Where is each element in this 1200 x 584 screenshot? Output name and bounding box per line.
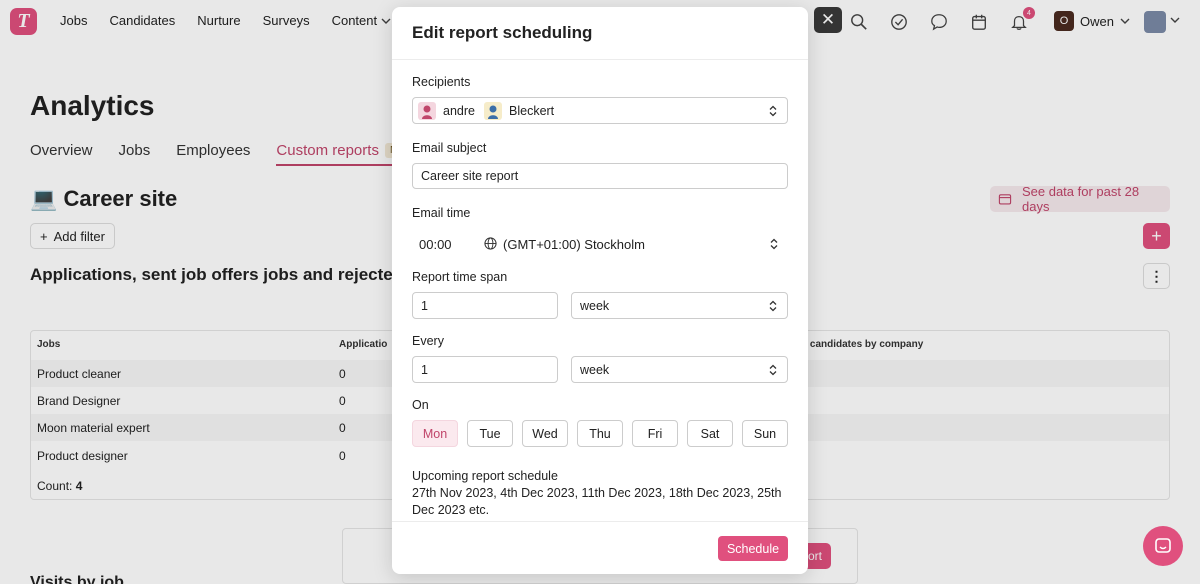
- day-mon-button[interactable]: Mon: [412, 420, 458, 447]
- select-arrows-icon: [769, 105, 777, 116]
- every-input[interactable]: 1: [412, 356, 558, 383]
- select-arrows-icon: [769, 300, 777, 311]
- email-time-value[interactable]: 00:00: [419, 237, 452, 252]
- recipients-label: Recipients: [412, 75, 471, 89]
- every-label: Every: [412, 334, 444, 348]
- email-subject-input[interactable]: Career site report: [412, 163, 788, 189]
- recipient-avatar: [484, 102, 502, 120]
- recipients-select[interactable]: andre Bleckert: [412, 97, 788, 124]
- report-time-span-label: Report time span: [412, 270, 508, 284]
- time-span-input[interactable]: 1: [412, 292, 558, 319]
- email-time-row: 00:00 (GMT+01:00) Stockholm: [412, 231, 788, 257]
- time-span-unit-select[interactable]: week: [571, 292, 788, 319]
- time-span-unit: week: [580, 298, 610, 313]
- every-unit-select[interactable]: week: [571, 356, 788, 383]
- email-subject-value: Career site report: [421, 169, 519, 183]
- modal-footer: Schedule: [392, 521, 808, 574]
- modal-title: Edit report scheduling: [412, 23, 593, 42]
- recipient-avatar: [418, 102, 436, 120]
- every-value: 1: [421, 362, 428, 377]
- email-time-label: Email time: [412, 206, 471, 220]
- recipient-name: Bleckert: [509, 104, 555, 118]
- email-subject-label: Email subject: [412, 141, 487, 155]
- modal-header: Edit report scheduling: [392, 7, 808, 60]
- recipient-name: andre: [443, 104, 475, 118]
- day-tue-button[interactable]: Tue: [467, 420, 513, 447]
- time-span-value: 1: [421, 298, 428, 313]
- timezone-value[interactable]: (GMT+01:00) Stockholm: [503, 237, 645, 252]
- day-thu-button[interactable]: Thu: [577, 420, 623, 447]
- select-arrows-icon: [769, 364, 777, 375]
- chat-icon: [1155, 538, 1171, 553]
- day-sat-button[interactable]: Sat: [687, 420, 733, 447]
- upcoming-schedule-label: Upcoming report schedule: [412, 469, 558, 483]
- day-sun-button[interactable]: Sun: [742, 420, 788, 447]
- upcoming-schedule-dates: 27th Nov 2023, 4th Dec 2023, 11th Dec 20…: [412, 486, 782, 517]
- support-chat-button[interactable]: [1143, 526, 1183, 566]
- on-label: On: [412, 398, 429, 412]
- select-arrows-icon[interactable]: [770, 238, 778, 251]
- day-fri-button[interactable]: Fri: [632, 420, 678, 447]
- globe-icon: [484, 237, 497, 250]
- every-unit: week: [580, 362, 610, 377]
- edit-report-scheduling-modal: Edit report scheduling Recipients andre …: [392, 7, 808, 574]
- schedule-button[interactable]: Schedule: [718, 536, 788, 561]
- day-wed-button[interactable]: Wed: [522, 420, 568, 447]
